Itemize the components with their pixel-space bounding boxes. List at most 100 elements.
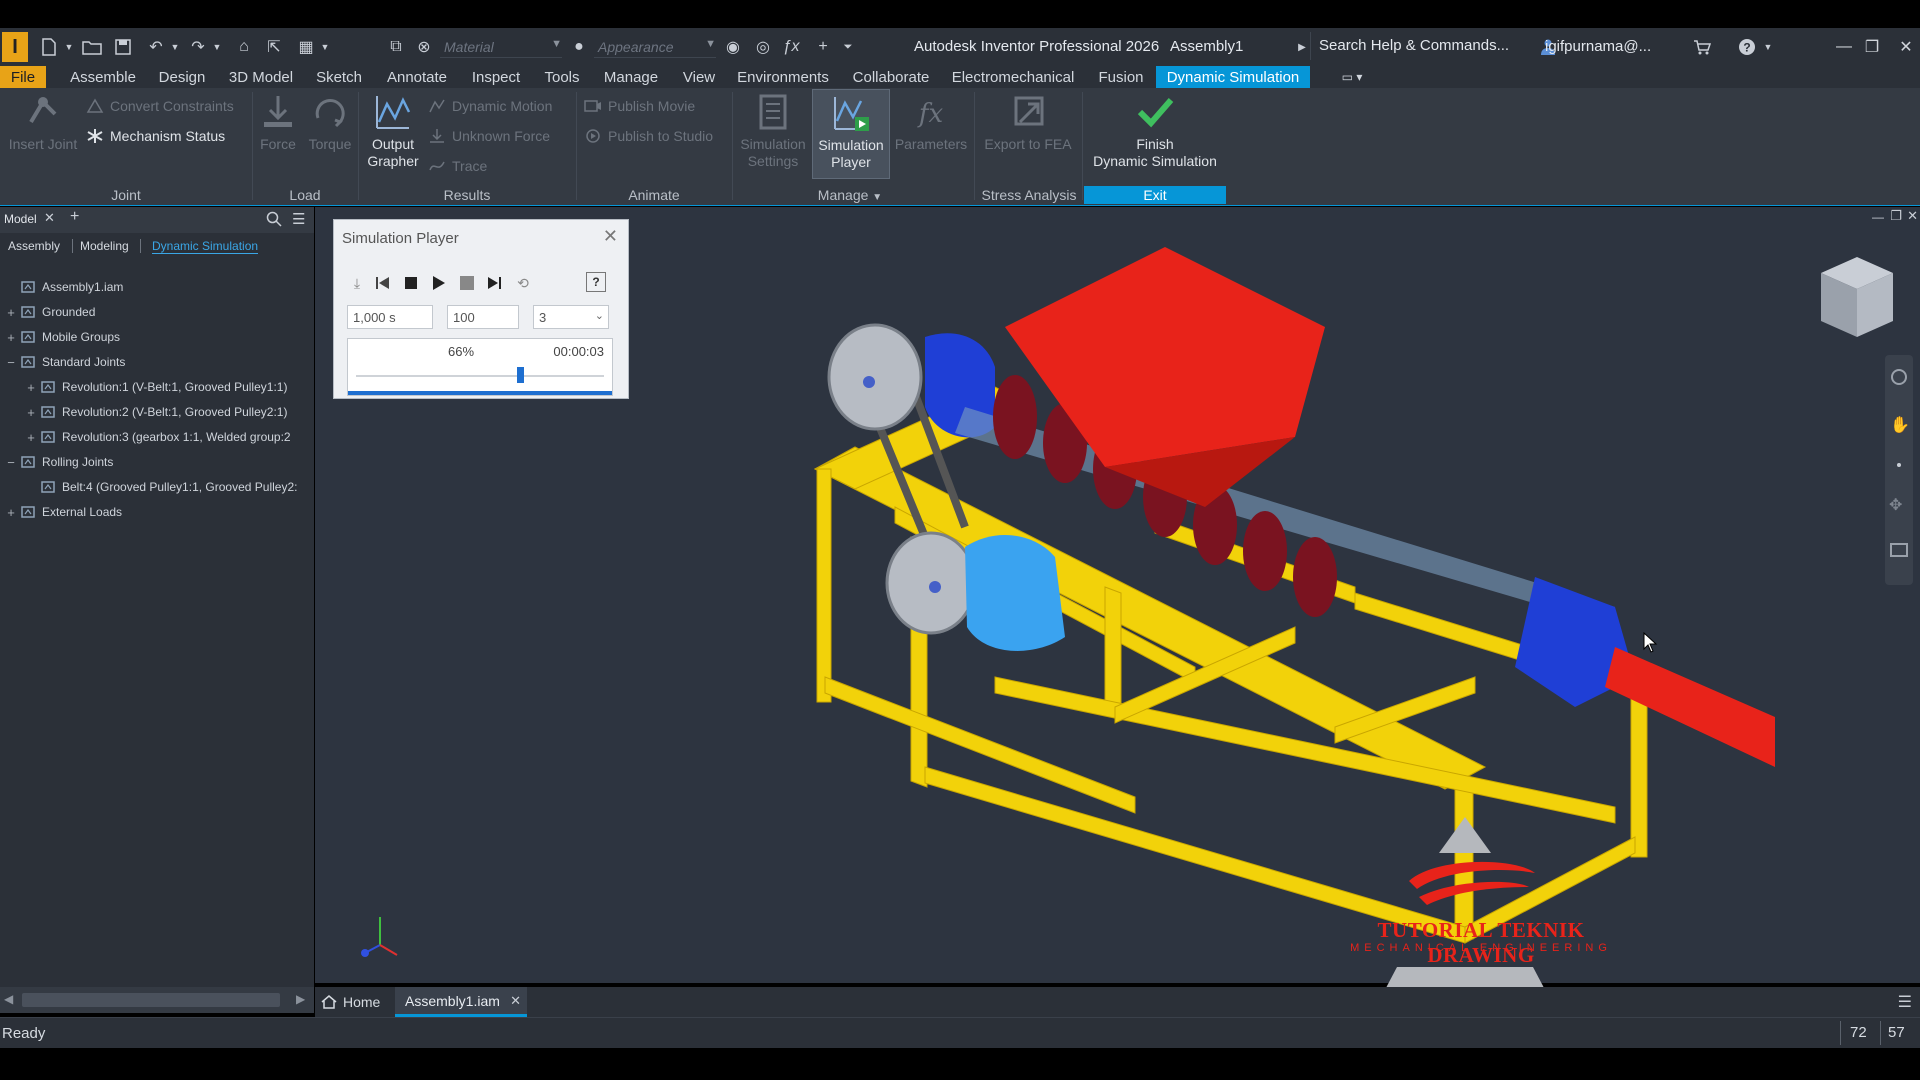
browser-tree-item[interactable]: + Revolution:1 (V-Belt:1, Grooved Pulley1… (0, 376, 287, 398)
search-expand-icon[interactable]: ▶ (1296, 37, 1308, 57)
tab-modeling[interactable]: Modeling (80, 239, 129, 253)
tab-fusion[interactable]: Fusion (1090, 66, 1152, 88)
tab-inspect[interactable]: Inspect (464, 66, 528, 88)
trace-button[interactable]: Trace (428, 158, 487, 174)
construction-mode-icon[interactable]: ⤓ (346, 272, 368, 294)
rewind-icon[interactable] (372, 272, 394, 294)
close-tab-icon[interactable]: ✕ (510, 993, 521, 1009)
cart-icon[interactable] (1690, 37, 1714, 57)
record-icon[interactable] (456, 272, 478, 294)
browser-tree-item[interactable]: Belt:4 (Grooved Pulley1:1, Grooved Pulle… (0, 476, 297, 498)
browser-tree-item[interactable]: − Standard Joints (0, 351, 125, 373)
progress-slider-thumb[interactable] (516, 367, 524, 383)
tab-file[interactable]: File (0, 66, 46, 88)
images-input[interactable]: 100 (447, 305, 519, 329)
inventor-app-icon[interactable]: I (2, 32, 28, 62)
finish-dynamic-simulation-button[interactable]: Finish Dynamic Simulation (1084, 92, 1226, 170)
save-icon[interactable] (112, 37, 134, 57)
add-icon[interactable]: + (812, 37, 834, 57)
add-browser-icon[interactable]: + (70, 208, 79, 226)
close-browser-icon[interactable]: ✕ (44, 210, 55, 226)
expand-toggle-icon[interactable]: + (24, 405, 38, 420)
look-at-icon[interactable] (1890, 543, 1908, 557)
home-icon[interactable]: ⌂ (232, 37, 256, 57)
pan-hand-icon[interactable]: ✋ (1890, 415, 1910, 435)
expand-toggle-icon[interactable]: + (4, 505, 18, 520)
play-icon[interactable] (428, 272, 450, 294)
browser-tree-item[interactable]: + External Loads (0, 501, 122, 523)
browser-tree-item[interactable]: + Mobile Groups (0, 326, 120, 348)
export-to-fea-button[interactable]: Export to FEA (978, 92, 1078, 153)
appearance-sphere-icon[interactable]: ● (568, 37, 590, 57)
insert-joint-button[interactable]: Insert Joint (4, 92, 82, 153)
publish-to-studio-button[interactable]: Publish to Studio (584, 128, 713, 144)
stop-icon[interactable] (400, 272, 422, 294)
measure-icon[interactable]: ▦ (294, 37, 318, 57)
browser-tree-item[interactable]: Assembly1.iam (0, 276, 123, 298)
search-icon[interactable] (266, 211, 282, 230)
help-dropdown-icon[interactable]: ▼ (1762, 37, 1774, 57)
search-help-input[interactable]: Search Help & Commands... (1310, 32, 1534, 60)
expand-toggle-icon[interactable]: + (24, 380, 38, 395)
fx-parameters-icon[interactable]: ƒx (780, 37, 802, 57)
dynamic-motion-button[interactable]: Dynamic Motion (428, 98, 552, 114)
tab-tools[interactable]: Tools (534, 66, 590, 88)
force-button[interactable]: Force (256, 92, 300, 153)
open-folder-icon[interactable] (80, 37, 104, 57)
restore-icon[interactable]: ❐ (1858, 34, 1886, 60)
tab-collaborate[interactable]: Collaborate (846, 66, 936, 88)
final-time-input[interactable]: 1,000 s (347, 305, 433, 329)
tab-dynamic-simulation-browser[interactable]: Dynamic Simulation (152, 239, 259, 254)
help-icon[interactable]: ? (1736, 37, 1758, 57)
tab-dynamic-simulation[interactable]: Dynamic Simulation (1156, 66, 1310, 88)
publish-movie-button[interactable]: Publish Movie (584, 98, 695, 114)
viewport-maximize-icon[interactable]: ❐ (1890, 208, 1902, 224)
tab-3d-model[interactable]: 3D Model (220, 66, 302, 88)
undo-dropdown-icon[interactable]: ▼ (170, 37, 180, 57)
manage-panel-label[interactable]: Manage ▼ (790, 187, 910, 203)
material-sphere-icon[interactable]: ⊗ (412, 37, 436, 57)
expand-toggle-icon[interactable]: − (4, 455, 18, 470)
tab-assemble[interactable]: Assemble (60, 66, 146, 88)
select-filter-icon[interactable]: ⇱ (262, 37, 286, 57)
tab-annotate[interactable]: Annotate (376, 66, 458, 88)
close-dialog-icon[interactable]: ✕ (603, 226, 618, 247)
adjust-icon[interactable]: ◉ (722, 37, 744, 57)
fast-forward-icon[interactable] (484, 272, 506, 294)
customize-icon[interactable]: ⏷ (840, 37, 856, 57)
torque-button[interactable]: Torque (304, 92, 356, 153)
redo-icon[interactable]: ↷ (186, 37, 210, 57)
assembly-tab[interactable]: Assembly1.iam ✕ (395, 987, 527, 1017)
browser-tree-item[interactable]: + Grounded (0, 301, 95, 323)
horizontal-scrollbar[interactable]: ◀ ▶ (0, 987, 314, 1013)
steering-wheel-icon[interactable] (1891, 369, 1907, 385)
close-window-icon[interactable]: ✕ (1892, 34, 1920, 60)
expand-toggle-icon[interactable]: + (4, 305, 18, 320)
tab-electromechanical[interactable]: Electromechanical (948, 66, 1078, 88)
tab-view[interactable]: View (672, 66, 726, 88)
material-combo[interactable]: Material ▼ (440, 36, 562, 58)
simulation-settings-button[interactable]: Simulation Settings (736, 92, 810, 170)
tabs-menu-icon[interactable]: ☰ (1898, 992, 1912, 1012)
redo-dropdown-icon[interactable]: ▼ (212, 37, 222, 57)
tab-design[interactable]: Design (150, 66, 214, 88)
parameters-button[interactable]: fx Parameters (892, 92, 970, 153)
loop-icon[interactable]: ⟲ (512, 272, 534, 294)
simulation-player-button[interactable]: Simulation Player (812, 89, 890, 179)
user-name[interactable]: igifpurnama@... (1545, 38, 1651, 55)
measure-dropdown-icon[interactable]: ▼ (320, 37, 330, 57)
home-tab[interactable]: Home (321, 987, 380, 1017)
expand-toggle-icon[interactable]: + (24, 430, 38, 445)
new-dropdown-icon[interactable]: ▼ (64, 37, 74, 57)
browser-tree-item[interactable]: − Rolling Joints (0, 451, 113, 473)
tab-environments[interactable]: Environments (732, 66, 834, 88)
tab-assembly[interactable]: Assembly (8, 239, 60, 253)
update-icon[interactable]: ⧉ (384, 37, 408, 57)
browser-title[interactable]: Model (4, 212, 37, 226)
undo-icon[interactable]: ↶ (144, 37, 168, 57)
menu-icon[interactable]: ☰ (292, 210, 305, 228)
appearance-combo[interactable]: Appearance ▼ (594, 36, 716, 58)
viewcube-icon[interactable] (1817, 255, 1897, 341)
browser-tree-item[interactable]: + Revolution:3 (gearbox 1:1, Welded group… (0, 426, 290, 448)
ribbon-options-icon[interactable]: ▭ ▾ (1332, 66, 1372, 88)
